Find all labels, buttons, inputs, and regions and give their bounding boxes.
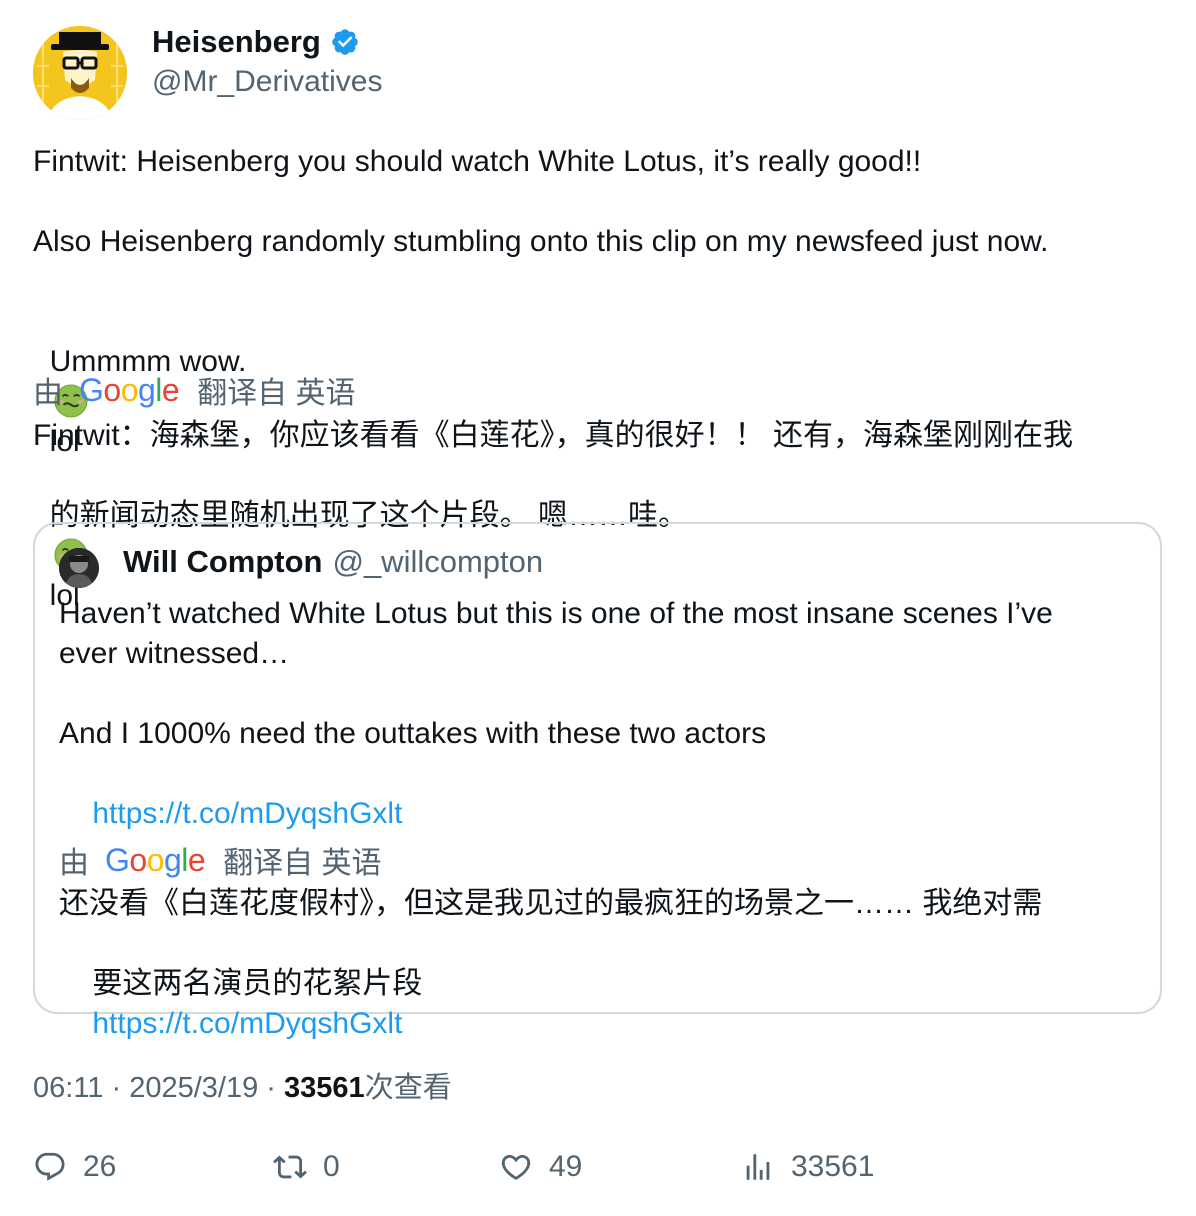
quoted-translation-line-1: 还没看《白莲花度假村》，但这是我见过的最疯狂的场景之一…… 我绝对需 xyxy=(59,887,1043,920)
author-name[interactable]: Heisenberg xyxy=(152,24,321,60)
retweet-button[interactable]: 0 xyxy=(273,1150,340,1184)
quoted-translation-link[interactable]: https://t.co/mDyqshGxlt xyxy=(92,1007,402,1040)
translation-source-language: 翻译自 英语 xyxy=(197,377,356,410)
google-logo: Google xyxy=(105,841,206,878)
quoted-translation-source-language: 翻译自 英语 xyxy=(223,847,382,880)
author-avatar[interactable] xyxy=(33,26,127,120)
retweet-icon xyxy=(273,1155,307,1179)
heisenberg-avatar-icon xyxy=(33,26,127,120)
quoted-text-line-3: And I 1000% need the outtakes with these… xyxy=(59,717,767,750)
like-button[interactable]: 49 xyxy=(499,1150,582,1184)
meta-separator: · xyxy=(266,1072,276,1104)
google-logo: Google xyxy=(79,371,180,408)
views-button[interactable]: 33561 xyxy=(741,1150,874,1184)
quoted-tweet-card[interactable]: Will Compton @_willcompton Haven’t watch… xyxy=(33,522,1162,1040)
translation-attribution: 由 Google 翻译自 英语 xyxy=(33,368,356,412)
analytics-bar-chart-icon xyxy=(746,1154,770,1180)
tweet-date[interactable]: 2025/3/19 xyxy=(129,1072,258,1104)
retweet-count: 0 xyxy=(323,1150,340,1183)
quoted-text-line-2: ever witnessed… xyxy=(59,637,290,670)
quoted-author-header: Will Compton @_willcompton xyxy=(123,544,543,580)
action-bar: 26 0 49 33561 xyxy=(33,1150,1163,1190)
view-count-label: 次查看 xyxy=(364,1072,452,1104)
tweet-meta: 06:11 · 2025/3/19 · 33561次查看 xyxy=(33,1064,452,1106)
will-compton-avatar-icon xyxy=(59,548,99,588)
like-count: 49 xyxy=(549,1150,583,1183)
reply-icon xyxy=(35,1152,65,1181)
views-count: 33561 xyxy=(791,1150,875,1183)
quoted-text-line-1: Haven’t watched White Lotus but this is … xyxy=(59,597,1053,630)
tweet-paragraph-1: Fintwit: Heisenberg you should watch Whi… xyxy=(33,145,922,178)
reply-button[interactable]: 26 xyxy=(33,1150,116,1184)
quoted-translation-line-2: 要这两名演员的花絮片段 https://t.co/mDyqshGxlt xyxy=(59,924,1139,1084)
reply-count: 26 xyxy=(83,1150,117,1183)
translation-line-1: Fintwit：海森堡，你应该看看《白莲花》，真的很好！！ 还有，海森堡刚刚在我 xyxy=(33,419,1074,452)
quoted-translation-attribution: 由 Google 翻译自 英语 xyxy=(59,838,382,882)
quoted-author-avatar[interactable] xyxy=(59,548,99,588)
verified-badge-icon xyxy=(332,29,358,55)
author-handle[interactable]: @Mr_Derivatives xyxy=(152,65,383,99)
quoted-author-name[interactable]: Will Compton xyxy=(123,544,322,580)
quoted-translation-by: 由 xyxy=(59,847,89,880)
view-count: 33561 xyxy=(284,1072,365,1104)
tweet-time[interactable]: 06:11 xyxy=(33,1072,103,1104)
quoted-translation-line-2-text: 要这两名演员的花絮片段 xyxy=(92,967,423,1000)
tweet-paragraph-2: Also Heisenberg randomly stumbling onto … xyxy=(33,225,1049,258)
heart-icon xyxy=(501,1154,531,1180)
quoted-link[interactable]: https://t.co/mDyqshGxlt xyxy=(92,797,402,830)
author-block: Heisenberg @Mr_Derivatives xyxy=(152,22,383,99)
translation-by: 由 xyxy=(33,377,63,410)
quoted-author-handle[interactable]: @_willcompton xyxy=(332,544,543,580)
meta-separator: · xyxy=(111,1072,122,1104)
